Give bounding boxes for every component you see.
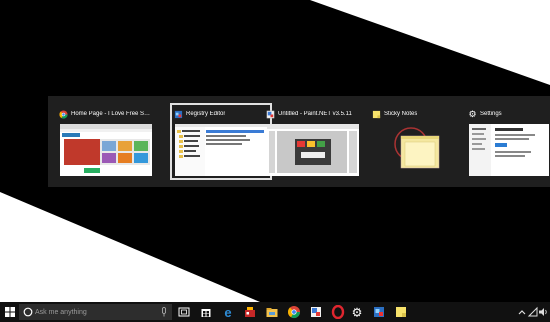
cortana-search-box[interactable]: Ask me anything (19, 304, 172, 320)
task-card-title: Registry Editor (186, 111, 226, 117)
store-icon[interactable] (199, 305, 213, 319)
task-view-icon[interactable] (177, 305, 191, 319)
windows-start-icon[interactable] (3, 305, 17, 319)
chrome-icon[interactable] (287, 305, 301, 319)
task-card-title: Sticky Notes (384, 111, 418, 117)
task-view-switcher: Home Page - I Love Free Softwar... (48, 96, 550, 187)
task-card-chrome[interactable]: Home Page - I Love Free Softwar... (57, 105, 155, 178)
window-thumbnail (175, 124, 267, 176)
task-card-sticky-notes[interactable]: Sticky Notes (370, 105, 468, 178)
window-thumbnail (469, 124, 550, 176)
task-card-settings[interactable]: ⚙ Settings (466, 105, 550, 178)
task-card-title: Home Page - I Love Free Softwar... (71, 111, 153, 117)
registry-editor-icon (174, 110, 183, 118)
microphone-icon[interactable] (160, 307, 168, 317)
task-card-registry-editor[interactable]: Registry Editor (170, 103, 272, 180)
window-thumbnail (60, 124, 152, 176)
paint-net-icon[interactable] (309, 305, 323, 319)
sticky-notes-icon[interactable] (394, 305, 408, 319)
chrome-icon (59, 109, 68, 119)
sticky-notes-icon (372, 110, 381, 118)
window-thumbnail (373, 124, 465, 176)
task-card-title: Untitled - Paint.NET v3.5.11 (278, 111, 352, 117)
registry-editor-icon[interactable] (372, 305, 386, 319)
settings-gear-icon[interactable]: ⚙ (350, 305, 364, 320)
volume-icon[interactable] (537, 305, 550, 319)
edge-icon[interactable]: e (221, 305, 235, 319)
taskbar: Ask me anything e ⚙ (0, 302, 550, 322)
task-card-title: Settings (480, 111, 502, 117)
paint-net-icon (266, 110, 275, 118)
svg-text:⚙: ⚙ (352, 306, 363, 320)
settings-gear-icon: ⚙ (468, 108, 477, 119)
cortana-icon (23, 307, 33, 317)
svg-text:e: e (224, 305, 231, 319)
task-card-paint-net[interactable]: Untitled - Paint.NET v3.5.11 (264, 105, 362, 178)
window-thumbnail (267, 124, 359, 176)
game-icon[interactable] (243, 305, 257, 319)
search-placeholder: Ask me anything (35, 308, 87, 316)
file-explorer-icon[interactable] (265, 305, 279, 319)
opera-icon[interactable] (331, 305, 345, 319)
